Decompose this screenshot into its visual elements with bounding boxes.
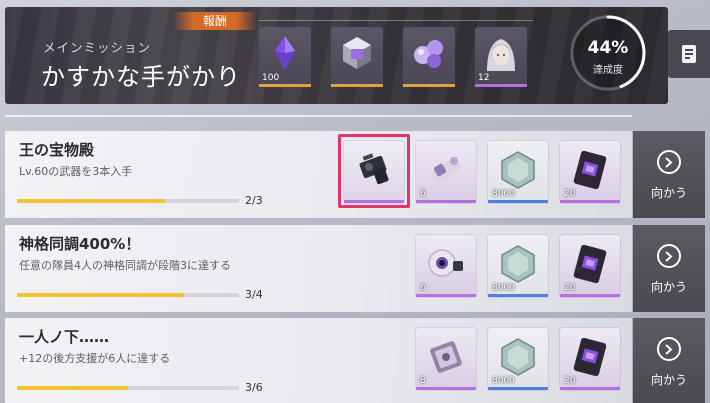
character-portrait-icon	[487, 39, 515, 71]
go-button-label: 向かう	[650, 186, 687, 200]
reward-item-weapon[interactable]	[344, 141, 404, 203]
mission-row: 王の宝物殿 Lv.60の武器を3本入手 2/3 6 8000 20	[5, 131, 632, 218]
go-button-label: 向かう	[650, 373, 687, 387]
rarity-bar	[560, 387, 620, 390]
hex-crystal-icon	[501, 338, 535, 376]
reward-item-scroll[interactable]: 6	[416, 141, 476, 203]
rarity-bar	[488, 387, 548, 390]
reward-item-chip[interactable]: 20	[560, 141, 620, 203]
orb-cluster-icon	[414, 40, 443, 68]
arrow-right-icon	[657, 244, 681, 268]
reward-item-hex-crystal[interactable]: 8000	[488, 235, 548, 297]
rarity-bar	[488, 294, 548, 297]
mission-row-desc: +12の後方支援が6人に達する	[19, 352, 171, 365]
reward-label: 報酬	[173, 12, 257, 30]
rarity-bar	[403, 84, 455, 87]
reward-qty: 6	[420, 283, 426, 293]
mission-title: かすかな手がかり	[41, 63, 241, 91]
mission-progress-count: 2/3	[245, 194, 263, 207]
reward-item-hex-crystal[interactable]: 8000	[488, 328, 548, 390]
reward-qty: 20	[564, 376, 576, 386]
rarity-bar	[259, 84, 311, 87]
mission-progress-track	[17, 199, 239, 203]
mission-progress-track	[17, 386, 239, 390]
reward-qty: 20	[564, 189, 576, 199]
reward-item-orbs[interactable]	[403, 27, 455, 87]
arrow-right-icon	[657, 337, 681, 361]
list-divider	[5, 115, 632, 117]
mission-subtitle: メインミッション	[43, 40, 152, 55]
go-button-label: 向かう	[650, 280, 687, 294]
rarity-bar	[560, 294, 620, 297]
reward-item-cube[interactable]	[331, 27, 383, 87]
rarity-bar	[416, 294, 476, 297]
document-icon	[682, 45, 696, 63]
reward-qty: 8000	[492, 376, 515, 386]
rarity-bar	[344, 200, 404, 203]
mission-progress-fill	[17, 386, 128, 390]
reward-qty: 8000	[492, 189, 515, 199]
mission-row: 神格同調400%！ 任意の隊員4人の神格同調が段階3に達する 3/4 6 800…	[5, 225, 632, 312]
mission-row-desc: 任意の隊員4人の神格同調が段階3に達する	[19, 259, 231, 272]
rarity-bar	[416, 387, 476, 390]
purple-chip-icon	[573, 337, 607, 377]
reward-divider	[259, 20, 533, 21]
reward-item-crystal[interactable]: 100	[259, 27, 311, 87]
mission-progress-count: 3/4	[245, 288, 263, 301]
rarity-bar	[416, 200, 476, 203]
weapon-device-icon	[359, 153, 389, 185]
completion-label: 達成度	[593, 65, 623, 76]
reward-qty: 8	[420, 376, 426, 386]
crystal-icon	[275, 36, 295, 70]
purple-chip-icon	[573, 244, 607, 284]
rarity-bar	[560, 200, 620, 203]
rarity-bar	[331, 84, 383, 87]
hex-crystal-icon	[501, 151, 535, 189]
reward-item-chip[interactable]: 20	[560, 235, 620, 297]
reward-qty: 100	[262, 73, 280, 83]
arrow-right-icon	[657, 150, 681, 174]
sphere-lens-icon	[428, 249, 463, 277]
mission-list-button[interactable]	[668, 30, 710, 78]
mission-progress-fill	[17, 199, 166, 203]
mission-row-title: 王の宝物殿	[19, 141, 95, 159]
mission-progress-count: 3/6	[245, 381, 263, 394]
reward-qty: 8000	[492, 283, 515, 293]
go-button[interactable]: 向かう	[633, 318, 705, 403]
mission-row-title: 神格同調400%！	[19, 235, 141, 253]
purple-chip-icon	[573, 150, 607, 190]
mission-row: 一人ノ下…… +12の後方支援が6人に達する 3/6 8 8000 20	[5, 318, 632, 403]
rarity-bar	[475, 84, 527, 87]
mission-progress-fill	[17, 293, 184, 297]
ticket-card-icon	[430, 341, 462, 373]
reward-item-chip[interactable]: 20	[560, 328, 620, 390]
reward-qty: 20	[564, 283, 576, 293]
go-button[interactable]: 向かう	[633, 225, 705, 312]
mission-row-title: 一人ノ下……	[19, 328, 110, 346]
mission-row-desc: Lv.60の武器を3本入手	[19, 165, 133, 178]
reward-item-portrait[interactable]: 12	[475, 27, 527, 87]
reward-item-sphere[interactable]: 6	[416, 235, 476, 297]
reward-qty: 12	[478, 73, 490, 83]
scroll-capsule-icon	[432, 157, 460, 181]
hex-crystal-icon	[501, 245, 535, 283]
reward-qty: 6	[420, 189, 426, 199]
rarity-bar	[488, 200, 548, 203]
cube-icon	[343, 37, 371, 69]
reward-item-hex-crystal[interactable]: 8000	[488, 141, 548, 203]
reward-item-ticket[interactable]: 8	[416, 328, 476, 390]
go-button[interactable]: 向かう	[633, 131, 705, 218]
completion-percent: 44%	[587, 38, 629, 58]
mission-progress-track	[17, 293, 239, 297]
